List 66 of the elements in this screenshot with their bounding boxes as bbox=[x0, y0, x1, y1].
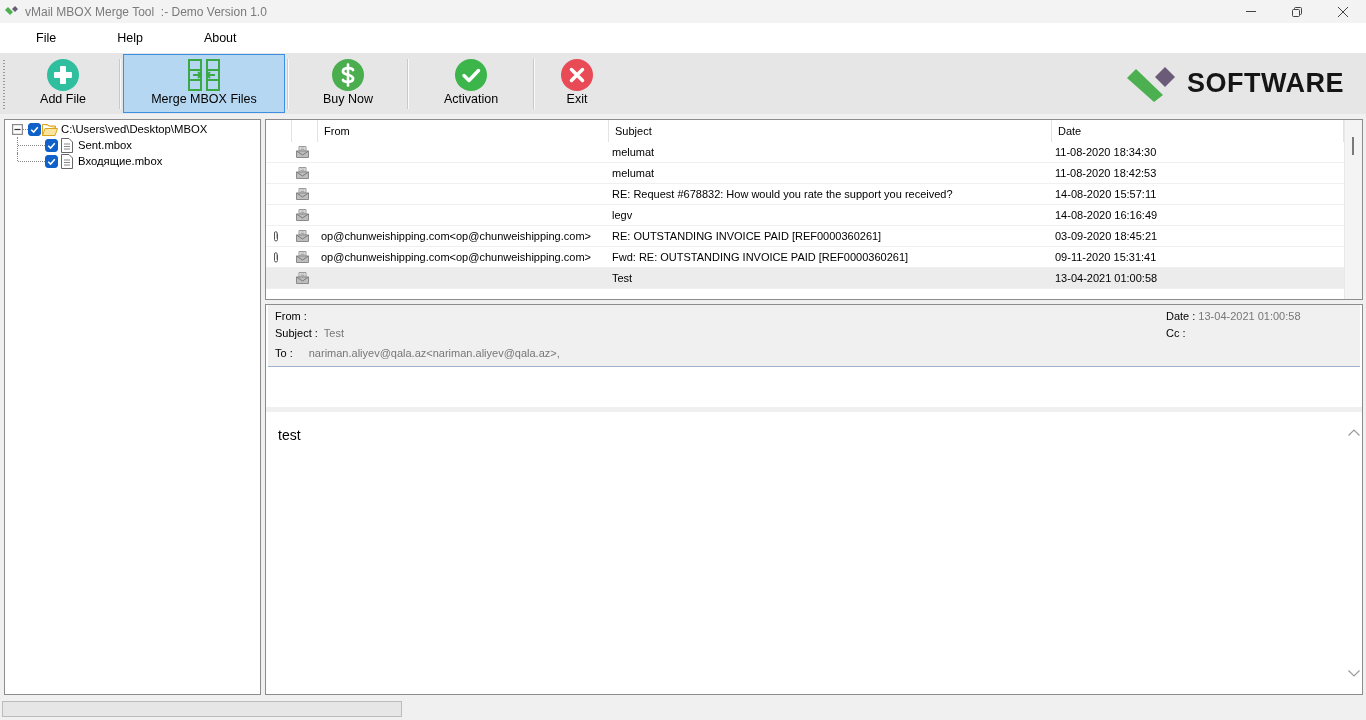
checkbox[interactable] bbox=[45, 138, 58, 152]
logo-icon bbox=[5, 6, 19, 17]
table-cell: 09-11-2020 15:31:41 bbox=[1055, 251, 1157, 263]
message-body: test bbox=[278, 427, 302, 443]
tree-item[interactable]: Входящие.mbox bbox=[78, 155, 163, 167]
table-cell: RE: Request #678832: How would you rate the support you received? bbox=[612, 188, 953, 200]
table-cell: melumat bbox=[612, 146, 655, 158]
merge-icon bbox=[188, 59, 220, 91]
envelope-icon bbox=[295, 188, 309, 200]
checkbox[interactable] bbox=[45, 154, 58, 168]
envelope-icon bbox=[295, 209, 309, 221]
dollar-icon bbox=[332, 59, 364, 91]
field-value: 13-04-2021 01:00:58 bbox=[1198, 309, 1301, 322]
envelope-icon bbox=[295, 251, 309, 263]
tree-item[interactable]: Sent.mbox bbox=[78, 139, 132, 151]
minus-icon[interactable] bbox=[12, 123, 23, 135]
menu-item[interactable]: Help bbox=[117, 31, 143, 45]
toolbar-button[interactable]: Add File bbox=[9, 54, 117, 113]
message-row[interactable]: Test 13-04-2021 01:00:58 bbox=[266, 268, 1344, 289]
toolbar-button[interactable]: Activation bbox=[411, 54, 531, 113]
chevron-down-icon[interactable] bbox=[1347, 670, 1360, 677]
envelope-icon bbox=[295, 167, 309, 179]
table-cell: legv bbox=[612, 209, 633, 221]
field-label: Cc : bbox=[1166, 326, 1186, 339]
table-cell: 11-08-2020 18:34:30 bbox=[1055, 146, 1157, 158]
field-value: nariman.aliyev@qala.az<nariman.aliyev@qala.az>, bbox=[308, 346, 560, 359]
table-cell: melumat bbox=[612, 167, 655, 179]
plus-icon bbox=[47, 59, 79, 91]
toolbar-button[interactable]: Exit bbox=[537, 54, 617, 113]
toolbar-button[interactable]: Merge MBOX Files bbox=[123, 54, 285, 113]
envelope-icon bbox=[295, 230, 309, 242]
table-cell: Fwd: RE: OUTSTANDING INVOICE PAID [REF0000360261] bbox=[612, 251, 909, 263]
envelope-icon bbox=[295, 272, 309, 284]
table-cell: 11-08-2020 18:42:53 bbox=[1055, 167, 1157, 179]
window-title: vMail MBOX Merge Tool :- Demo Version 1.0 bbox=[25, 4, 267, 19]
table-cell: op@chunweishipping.com<op@chunweishipping.com> bbox=[321, 230, 591, 242]
folder-icon bbox=[42, 122, 58, 136]
logo-text: SOFTWARE bbox=[1187, 68, 1344, 99]
menu-item[interactable]: About bbox=[203, 31, 237, 45]
table-cell: 14-08-2020 15:57:11 bbox=[1055, 188, 1157, 200]
tree-item[interactable]: C:\Users\ved\Desktop\MBOX bbox=[61, 123, 208, 135]
file-icon bbox=[61, 153, 73, 169]
table-cell: 14-08-2020 16:16:49 bbox=[1055, 209, 1158, 221]
envelope-icon bbox=[295, 146, 309, 158]
menu-item[interactable]: File bbox=[36, 31, 57, 45]
scrollbar[interactable] bbox=[1344, 120, 1362, 299]
field-label: Subject : bbox=[275, 326, 318, 339]
table-cell: op@chunweishipping.com<op@chunweishipping.com> bbox=[321, 251, 591, 263]
table-cell: Test bbox=[612, 272, 633, 284]
field-label: To : bbox=[275, 346, 293, 359]
checkbox[interactable] bbox=[28, 122, 41, 136]
table-cell: 13-04-2021 01:00:58 bbox=[1055, 272, 1158, 284]
chevron-up-icon[interactable] bbox=[1347, 429, 1360, 436]
minimize-icon bbox=[1246, 11, 1256, 12]
close-icon bbox=[561, 59, 593, 91]
field-value: Test bbox=[323, 326, 344, 339]
table-cell: 03-09-2020 18:45:21 bbox=[1055, 230, 1158, 242]
file-icon bbox=[61, 137, 73, 153]
restore-icon bbox=[1292, 6, 1302, 17]
field-label: From : bbox=[275, 309, 307, 322]
toolbar-button[interactable]: Buy Now bbox=[291, 54, 405, 113]
field-label: Date : bbox=[1166, 309, 1196, 322]
scrollbar-thumb[interactable] bbox=[1352, 137, 1354, 155]
checkmark-icon bbox=[455, 59, 487, 91]
table-cell: RE: OUTSTANDING INVOICE PAID [REF0000360261] bbox=[612, 230, 882, 242]
close-icon bbox=[1338, 6, 1348, 17]
